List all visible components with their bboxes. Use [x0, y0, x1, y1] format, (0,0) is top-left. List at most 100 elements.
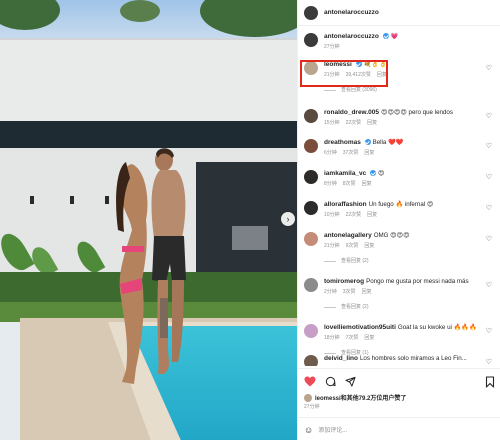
comment-time: 15分钟 [324, 120, 340, 126]
comment-item: dreathomas Bella ❤️❤️ 6分钟 37次赞 回复 ♡ [304, 138, 496, 158]
share-button[interactable] [344, 375, 356, 387]
comment-text: Los hombres solo miramos a Leo Fin... [359, 355, 467, 362]
comment-item: alloraffashion Un fuego 🔥 infernal 😍 10分钟 2… [304, 200, 496, 220]
caption: antonelaroccuzzo 💗 27分钟 [304, 32, 496, 52]
commenter-username[interactable]: tomiromerog [324, 278, 364, 285]
comment-like-heart-icon[interactable]: ♡ [486, 173, 492, 181]
comment-text: Bella ❤️❤️ [372, 139, 404, 146]
garage-window [232, 226, 268, 250]
verified-badge-icon [382, 33, 389, 40]
commenter-avatar[interactable] [304, 278, 318, 292]
reply-button[interactable]: 回复 [367, 212, 377, 218]
comment-button[interactable] [324, 375, 336, 387]
commenter-avatar[interactable] [304, 139, 318, 153]
commenter-username[interactable]: alloraffashion [324, 201, 367, 208]
author-avatar[interactable] [304, 33, 318, 47]
comment-item: lovelliemotivation95uiti Goat la su kwoke… [304, 323, 496, 358]
comment-time: 18分钟 [324, 335, 340, 341]
comment-time: 8分钟 [324, 181, 337, 187]
commenter-avatar[interactable] [304, 201, 318, 215]
comment-like-heart-icon[interactable]: ♡ [486, 204, 492, 212]
commenter-username[interactable]: ronaldo_drew.005 [324, 109, 379, 116]
comment-like-heart-icon[interactable]: ♡ [486, 327, 492, 335]
comment-like-heart-icon[interactable]: ♡ [486, 281, 492, 289]
reply-button[interactable]: 回复 [367, 120, 377, 126]
comment-time: 10分钟 [324, 212, 340, 218]
save-button[interactable] [485, 375, 495, 393]
commenter-avatar[interactable] [304, 355, 318, 366]
comment-item: tomiromerog Pongo me gusta por messi nada… [304, 277, 496, 312]
commenter-avatar[interactable] [304, 170, 318, 184]
comment-like-heart-icon[interactable]: ♡ [486, 235, 492, 243]
instagram-post-viewer: › antonelaroccuzzo antonelaroccuzzo 💗 27… [0, 0, 500, 440]
reply-button[interactable]: 回复 [362, 181, 372, 187]
reply-button[interactable]: 回复 [364, 243, 374, 249]
liker-avatar [304, 393, 312, 402]
commenter-username[interactable]: iamkamila_vc [324, 170, 366, 177]
view-replies-button[interactable]: 查看回复 (2) [324, 257, 496, 266]
comment-likes[interactable]: 9次赞 [346, 243, 359, 249]
caption-text: 💗 [390, 33, 399, 40]
post-time: 27分钟 [304, 404, 320, 410]
tree [0, 0, 60, 30]
emoji-icon[interactable]: ☺ [304, 425, 313, 435]
commenter-username[interactable]: deivid_lino [324, 355, 358, 362]
commenter-username[interactable]: dreathomas [324, 139, 361, 146]
commenter-username[interactable]: lovelliemotivation95uiti [324, 324, 396, 331]
comment-item: antonelagallery OMG 😍😍😍 21分钟 9次赞 回复 查看回复 (2) ♡ [304, 231, 496, 266]
tree [200, 0, 297, 37]
like-button[interactable] [304, 375, 316, 387]
verified-badge-icon [364, 139, 371, 146]
author-username[interactable]: antonelaroccuzzo [324, 9, 379, 16]
chevron-right-icon: › [286, 214, 290, 224]
commenter-avatar[interactable] [304, 109, 318, 123]
comment-time: 21分钟 [324, 243, 340, 249]
comment-item: deivid_lino Los hombres solo miramos a Le… [304, 354, 496, 366]
next-photo-button[interactable]: › [281, 212, 295, 226]
tree [120, 0, 160, 22]
likes-text: leomessi和其他79.2万位用户赞了 [315, 396, 407, 402]
comment-likes[interactable]: 7次赞 [346, 335, 359, 341]
comment-likes[interactable]: 37次赞 [343, 150, 359, 156]
comment-likes[interactable]: 22次赞 [346, 120, 362, 126]
comment-likes[interactable]: 8次赞 [343, 181, 356, 187]
comment-icon [325, 376, 336, 386]
caption-time: 27分钟 [324, 44, 340, 50]
view-replies-button[interactable]: 查看回复 (2) [324, 303, 496, 312]
comment-text: Pongo me gusta por messi nada más [366, 278, 469, 285]
likes-summary[interactable]: leomessi和其他79.2万位用户赞了 [304, 393, 406, 402]
caption-username[interactable]: antonelaroccuzzo [324, 33, 379, 40]
comment-text: Un fuego 🔥 infernal 😍 [368, 201, 434, 208]
comment-text: 😍 [378, 170, 385, 177]
comment-like-heart-icon[interactable]: ♡ [486, 64, 492, 72]
post-header: antonelaroccuzzo [298, 0, 500, 26]
verified-badge-icon [370, 170, 377, 177]
comment-like-heart-icon[interactable]: ♡ [486, 142, 492, 150]
commenter-avatar[interactable] [304, 324, 318, 338]
comment-item: iamkamila_vc 😍 8分钟 8次赞 回复 ♡ [304, 169, 496, 189]
bookmark-icon [485, 376, 495, 388]
comment-text: Goat la su kwoke ui 🔥🔥🔥 [397, 324, 477, 331]
add-comment-input[interactable]: 添加评论... [318, 425, 347, 434]
comment-time: 6分钟 [324, 150, 337, 156]
comment-item: ronaldo_drew.005 😍😍😍😍 pero que lendos 15分钟… [304, 108, 496, 128]
add-comment-bar[interactable]: ☺ 添加评论... [298, 417, 500, 440]
view-replies-button[interactable]: 查看回复 (3096) [324, 86, 496, 95]
comment-likes[interactable]: 3次赞 [343, 289, 356, 295]
heart-filled-icon [304, 376, 316, 386]
comment-time: 2分钟 [324, 289, 337, 295]
author-avatar[interactable] [304, 5, 318, 20]
comment-like-heart-icon[interactable]: ♡ [486, 358, 492, 366]
commenter-username[interactable]: antonelagallery [324, 232, 372, 239]
highlight-box [300, 60, 388, 87]
post-photo[interactable]: › [0, 0, 297, 440]
comment-like-heart-icon[interactable]: ♡ [486, 112, 492, 120]
wall-lamp [30, 196, 34, 204]
share-icon [344, 376, 356, 387]
reply-button[interactable]: 回复 [362, 289, 372, 295]
reply-button[interactable]: 回复 [364, 150, 374, 156]
comment-likes[interactable]: 22次赞 [346, 212, 362, 218]
commenter-avatar[interactable] [304, 232, 318, 246]
reply-button[interactable]: 回复 [364, 335, 374, 341]
comment-text: 😍😍😍😍 pero que lendos [381, 109, 453, 116]
